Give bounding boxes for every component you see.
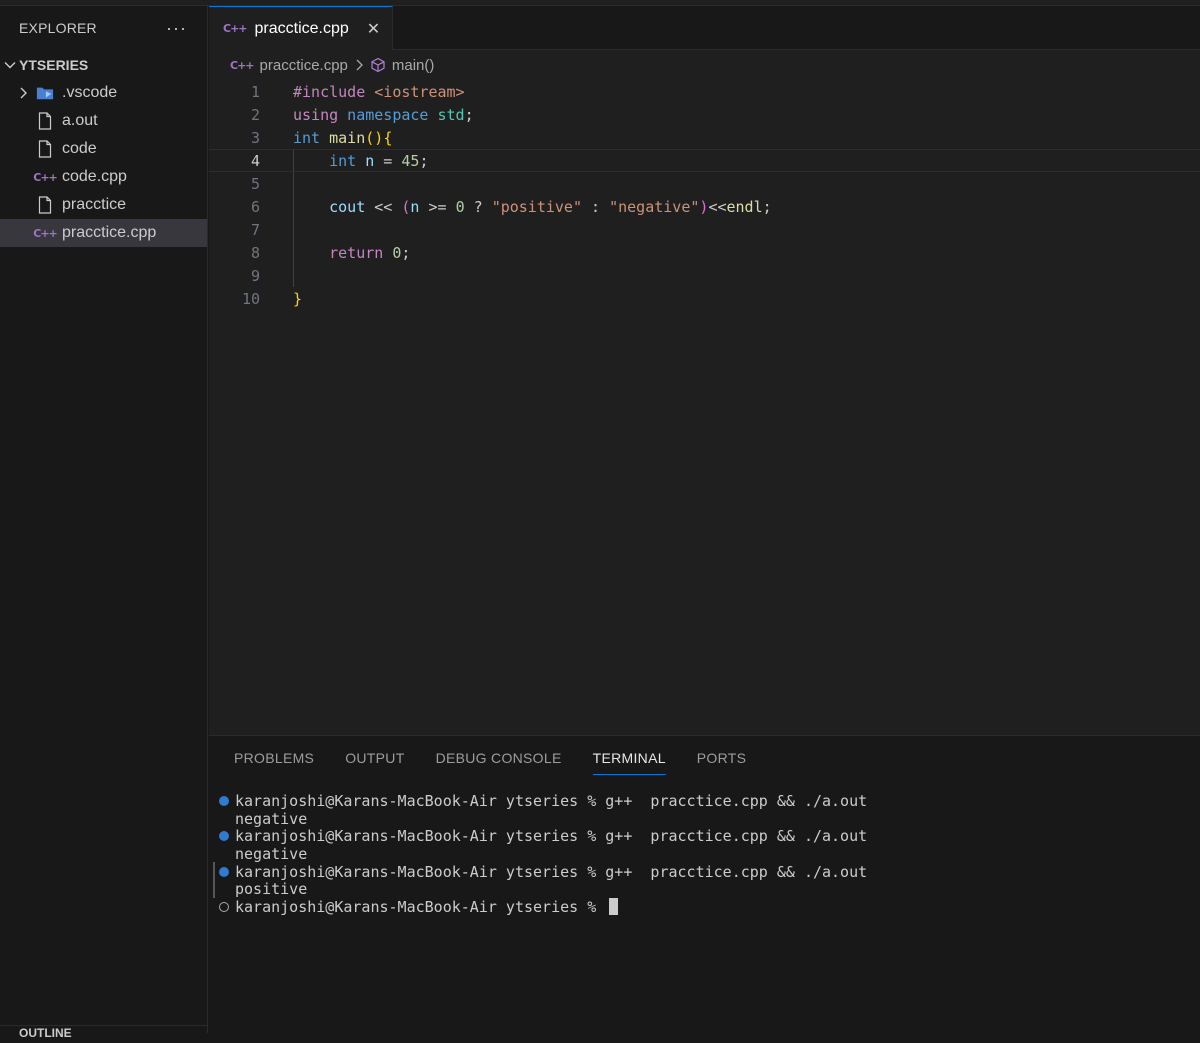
- tab-output[interactable]: OUTPUT: [345, 743, 404, 773]
- line-number: 1: [250, 82, 260, 101]
- breadcrumb: C++ pracctice.cpp main(): [209, 50, 1200, 80]
- breadcrumb-symbol[interactable]: main(): [392, 57, 435, 74]
- code-text: #include <iostream>: [293, 82, 465, 101]
- chevron-down-icon: [4, 62, 16, 69]
- terminal-line: negative: [235, 809, 308, 828]
- code-text: int main(){: [293, 128, 393, 147]
- terminal-line: negative: [235, 844, 308, 863]
- tree-item-label: pracctice: [62, 196, 127, 213]
- more-actions-icon[interactable]: ···: [166, 18, 187, 39]
- tab-pracctice-cpp[interactable]: C++ pracctice.cpp ✕: [209, 6, 394, 50]
- tab-terminal[interactable]: TERMINAL: [592, 743, 666, 775]
- panel-tabs: PROBLEMS OUTPUT DEBUG CONSOLE TERMINAL P…: [209, 736, 1200, 780]
- terminal-line: karanjoshi@Karans-MacBook-Air ytseries %…: [209, 827, 1200, 845]
- folder-label: YTSERIES: [19, 57, 89, 73]
- line-number: 2: [250, 105, 260, 124]
- explorer-title: EXPLORER: [19, 20, 97, 36]
- terminal-output[interactable]: karanjoshi@Karans-MacBook-Air ytseries %…: [209, 780, 1200, 916]
- outline-section[interactable]: OUTLINE: [0, 1025, 208, 1043]
- tree-item-pracctice-cpp[interactable]: C++ pracctice.cpp: [0, 219, 207, 247]
- terminal-line: positive: [235, 880, 308, 899]
- code-line: 1 #include <iostream>: [209, 80, 1200, 103]
- code-text: using namespace std;: [293, 105, 474, 124]
- tree-item-label: code: [62, 140, 97, 157]
- close-icon[interactable]: ✕: [367, 19, 380, 39]
- cpp-file-icon: C++: [33, 226, 57, 240]
- line-number: 8: [250, 243, 260, 262]
- tree-item-a-out[interactable]: a.out: [0, 107, 207, 135]
- symbol-method-icon: [371, 57, 385, 73]
- line-number: 4: [250, 151, 260, 170]
- code-editor[interactable]: 1 #include <iostream> 2 using namespace …: [209, 80, 1200, 310]
- code-line: 3 int main(){: [209, 126, 1200, 149]
- vscode-folder-icon: [36, 84, 54, 102]
- chevron-right-icon: [16, 86, 30, 100]
- bottom-panel: PROBLEMS OUTPUT DEBUG CONSOLE TERMINAL P…: [209, 735, 1200, 1033]
- code-line: 6 cout << (n >= 0 ? "positive" : "negati…: [209, 195, 1200, 218]
- tab-label: pracctice.cpp: [254, 19, 349, 37]
- command-pending-icon: [219, 901, 229, 912]
- editor-tab-bar: C++ pracctice.cpp ✕: [209, 6, 1200, 50]
- explorer-header: EXPLORER ···: [0, 6, 207, 50]
- terminal-line: karanjoshi@Karans-MacBook-Air ytseries %…: [209, 792, 1200, 810]
- line-number: 6: [250, 197, 260, 216]
- file-icon: [36, 140, 54, 158]
- tab-debug-console[interactable]: DEBUG CONSOLE: [436, 743, 562, 773]
- code-text: }: [293, 289, 303, 308]
- cpp-file-icon: C++: [230, 58, 254, 72]
- tree-item-code-cpp[interactable]: C++ code.cpp: [0, 163, 207, 191]
- tree-item-code[interactable]: code: [0, 135, 207, 163]
- terminal-prompt-line[interactable]: karanjoshi@Karans-MacBook-Air ytseries %: [209, 898, 1200, 916]
- tree-item-vscode[interactable]: .vscode: [0, 79, 207, 107]
- line-number: 3: [250, 128, 260, 147]
- tree-item-label: .vscode: [62, 84, 118, 101]
- code-line: 10 }: [209, 287, 1200, 310]
- command-success-icon: [219, 866, 229, 877]
- editor-area: C++ pracctice.cpp ✕ C++ pracctice.cpp ma…: [209, 6, 1200, 735]
- tree-item-label: a.out: [62, 112, 98, 129]
- tab-ports[interactable]: PORTS: [697, 743, 746, 773]
- code-line: 5: [209, 172, 1200, 195]
- cpp-file-icon: C++: [223, 22, 247, 35]
- command-success-icon: [219, 831, 229, 842]
- code-line: 8 return 0;: [209, 241, 1200, 264]
- code-line: 7: [209, 218, 1200, 241]
- terminal-cursor: [609, 898, 619, 916]
- command-success-icon: [219, 795, 229, 806]
- tree-item-label: pracctice.cpp: [62, 224, 157, 241]
- chevron-right-icon: [356, 59, 363, 71]
- code-text: return 0;: [293, 243, 411, 262]
- code-line: 2 using namespace std;: [209, 103, 1200, 126]
- line-number: 7: [250, 220, 260, 239]
- explorer-sidebar: EXPLORER ··· YTSERIES .vscode a.out code…: [0, 6, 208, 1040]
- code-line-current: 4 int n = 45;: [209, 149, 1200, 172]
- line-number: 10: [241, 289, 260, 308]
- line-number: 5: [250, 174, 260, 193]
- terminal-line: karanjoshi@Karans-MacBook-Air ytseries %…: [209, 863, 1200, 881]
- folder-ytseries[interactable]: YTSERIES: [0, 51, 207, 79]
- file-icon: [36, 196, 54, 214]
- breadcrumb-file[interactable]: pracctice.cpp: [260, 57, 348, 74]
- cpp-file-icon: C++: [33, 170, 57, 184]
- code-line: 9: [209, 264, 1200, 287]
- line-number: 9: [250, 266, 260, 285]
- tree-item-label: code.cpp: [62, 168, 127, 185]
- code-text: int n = 45;: [293, 151, 429, 170]
- code-text: cout << (n >= 0 ? "positive" : "negative…: [293, 197, 772, 216]
- file-icon: [36, 112, 54, 130]
- tree-item-pracctice[interactable]: pracctice: [0, 191, 207, 219]
- tab-problems[interactable]: PROBLEMS: [234, 743, 314, 773]
